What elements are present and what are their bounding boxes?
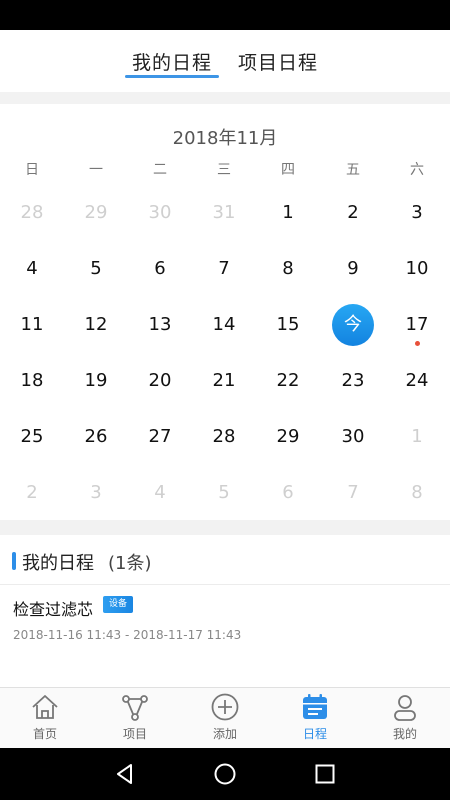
calendar-day[interactable]: 8 [385, 471, 449, 515]
calendar-day[interactable]: 27 [128, 415, 192, 459]
calendar-icon [303, 694, 327, 719]
calendar-day[interactable]: 13 [128, 303, 192, 347]
nav-label: 首页 [32, 727, 57, 741]
bottom-nav: 首页 项目 添加 日程 我的 [0, 687, 450, 748]
recents-icon[interactable] [313, 762, 337, 786]
calendar-day[interactable]: 20 [128, 359, 192, 403]
calendar-day[interactable]: 28 [0, 191, 64, 235]
calendar-day[interactable]: 31 [192, 191, 256, 235]
calendar-day[interactable]: 1 [385, 415, 449, 459]
calendar-day[interactable]: 8 [256, 247, 320, 291]
weekday-label: 四 [281, 162, 295, 178]
calendar-day[interactable]: 5 [192, 471, 256, 515]
nav-schedule[interactable]: 日程 [270, 688, 360, 749]
calendar-day[interactable]: 1 [256, 191, 320, 235]
calendar-day[interactable]: 23 [321, 359, 385, 403]
calendar-day[interactable]: 30 [128, 191, 192, 235]
schedule-title: 我的日程 [22, 553, 94, 574]
tab-my-schedule[interactable]: 我的日程 [132, 48, 212, 75]
top-tabs: 我的日程 项目日程 [0, 30, 450, 92]
calendar-day[interactable]: 4 [128, 471, 192, 515]
nav-label: 项目 [122, 727, 147, 741]
calendar-day[interactable]: 28 [192, 415, 256, 459]
weekday-label: 二 [153, 162, 167, 178]
weekday-header: 日 一 二 三 四 五 六 [0, 159, 450, 183]
schedule-header: 我的日程 (1条) [0, 535, 450, 585]
add-icon [211, 693, 239, 721]
event-dot [415, 341, 420, 346]
home-circle-icon[interactable] [213, 762, 237, 786]
calendar-day[interactable]: 26 [64, 415, 128, 459]
active-tab-indicator [125, 75, 219, 78]
calendar-day[interactable]: 9 [321, 247, 385, 291]
weekday-label: 五 [346, 162, 360, 178]
calendar-day[interactable]: 29 [64, 191, 128, 235]
weekday-label: 日 [25, 162, 39, 178]
weekday-label: 一 [89, 162, 103, 178]
calendar-day[interactable]: 2 [0, 471, 64, 515]
schedule-item-title: 检查过滤芯 [13, 600, 94, 619]
tab-project-schedule[interactable]: 项目日程 [238, 48, 318, 75]
nav-add[interactable]: 添加 [180, 688, 270, 749]
section-accent-bar [12, 552, 16, 570]
calendar-day[interactable]: 3 [385, 191, 449, 235]
weekday-label: 三 [217, 162, 231, 178]
calendar-day[interactable]: 4 [0, 247, 64, 291]
back-icon[interactable] [113, 762, 137, 786]
nav-label: 我的 [392, 727, 417, 741]
calendar-day[interactable]: 22 [256, 359, 320, 403]
calendar-day[interactable]: 25 [0, 415, 64, 459]
today-marker[interactable]: 今 [332, 304, 374, 346]
calendar-day[interactable]: 18 [0, 359, 64, 403]
calendar-day[interactable]: 2 [321, 191, 385, 235]
system-nav-bar [0, 748, 450, 800]
calendar-day[interactable]: 29 [256, 415, 320, 459]
schedule-section: 我的日程 (1条) 检查过滤芯 设备 2018-11-16 11:43 - 20… [0, 535, 450, 687]
calendar-day[interactable]: 24 [385, 359, 449, 403]
calendar-day[interactable]: 10 [385, 247, 449, 291]
calendar-day[interactable]: 14 [192, 303, 256, 347]
calendar-day[interactable]: 15 [256, 303, 320, 347]
project-icon [122, 695, 148, 721]
calendar-day[interactable]: 6 [128, 247, 192, 291]
home-icon [32, 695, 58, 719]
weekday-label: 六 [410, 162, 424, 178]
nav-label: 日程 [302, 727, 327, 741]
category-badge: 设备 [103, 596, 134, 613]
calendar-day[interactable]: 11 [0, 303, 64, 347]
calendar-month-title[interactable]: 2018年11月 [0, 124, 450, 150]
nav-home[interactable]: 首页 [0, 688, 90, 749]
user-icon [394, 695, 416, 721]
nav-mine[interactable]: 我的 [360, 688, 450, 749]
status-bar [0, 0, 450, 30]
schedule-count: (1条) [108, 553, 152, 574]
calendar-day[interactable]: 21 [192, 359, 256, 403]
calendar-day[interactable]: 5 [64, 247, 128, 291]
calendar-day[interactable]: 12 [64, 303, 128, 347]
calendar-day[interactable]: 3 [64, 471, 128, 515]
calendar-day[interactable]: 7 [192, 247, 256, 291]
calendar-day[interactable]: 7 [321, 471, 385, 515]
calendar: 2018年11月 日 一 二 三 四 五 六 28 29 30 31 1 2 3 4 5 6 7 8 9… [0, 104, 450, 520]
calendar-day[interactable]: 30 [321, 415, 385, 459]
schedule-item-time: 2018-11-16 11:43 - 2018-11-17 11:43 [13, 628, 242, 642]
nav-project[interactable]: 项目 [90, 688, 180, 749]
calendar-day[interactable]: 6 [256, 471, 320, 515]
calendar-day[interactable]: 19 [64, 359, 128, 403]
nav-label: 添加 [212, 727, 237, 741]
